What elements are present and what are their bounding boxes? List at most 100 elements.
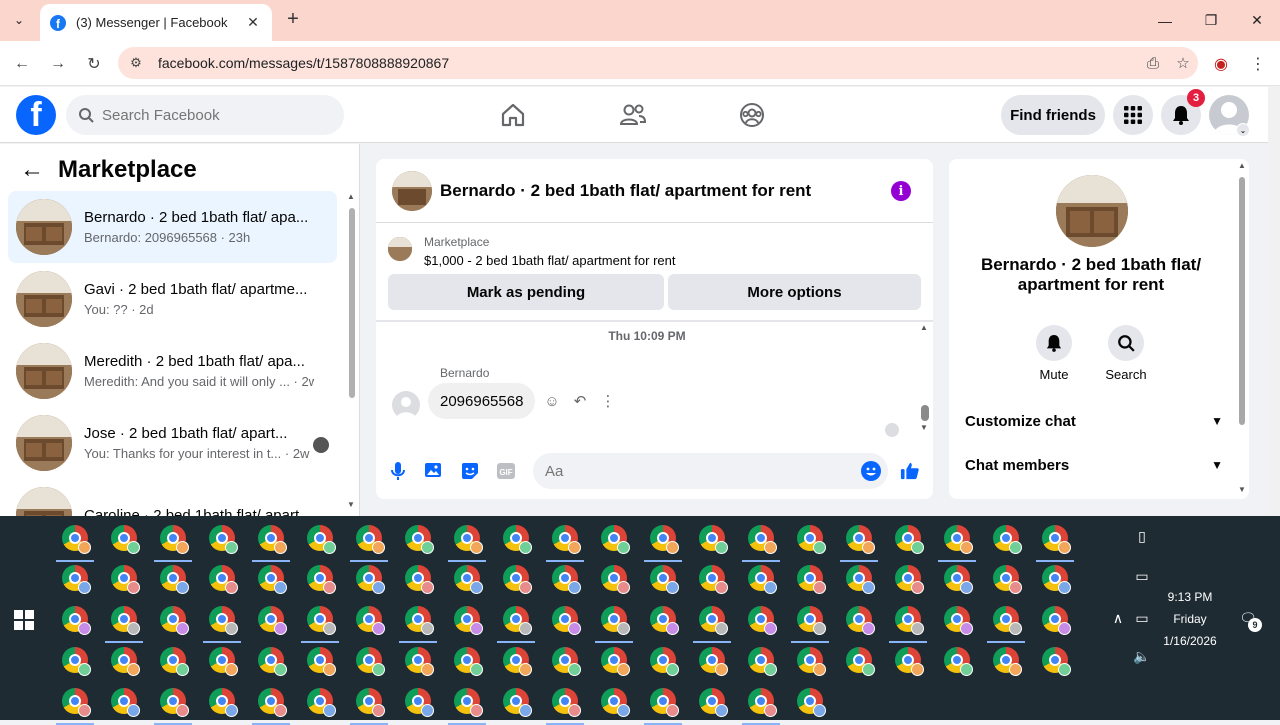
chrome-profile-icon[interactable]	[895, 565, 924, 594]
scroll-up-icon[interactable]: ▲	[347, 192, 355, 201]
chrome-profile-icon[interactable]	[503, 565, 532, 594]
thumbs-up-icon[interactable]	[900, 461, 920, 481]
chrome-profile-icon[interactable]	[748, 606, 777, 635]
chrome-profile-icon[interactable]	[552, 606, 581, 635]
chrome-profile-icon[interactable]	[258, 606, 287, 635]
chrome-profile-icon[interactable]	[552, 565, 581, 594]
sender-avatar[interactable]	[392, 391, 420, 419]
chrome-profile-icon[interactable]	[62, 688, 91, 717]
emoji-icon[interactable]	[861, 461, 881, 481]
chrome-profile-icon[interactable]	[356, 525, 385, 554]
chrome-profile-icon[interactable]	[601, 606, 630, 635]
forward-icon[interactable]: →	[45, 51, 71, 77]
back-arrow-icon[interactable]: ←	[20, 156, 44, 184]
chrome-profile-icon[interactable]	[1042, 647, 1071, 676]
chrome-profile-icon[interactable]	[209, 688, 238, 717]
network-icon[interactable]: ▭	[1132, 608, 1152, 628]
chrome-profile-icon[interactable]	[748, 688, 777, 717]
minimize-icon[interactable]: —	[1142, 0, 1188, 41]
chrome-profile-icon[interactable]	[405, 565, 434, 594]
chrome-profile-icon[interactable]	[699, 647, 728, 676]
home-icon[interactable]	[497, 99, 529, 131]
scroll-up-icon[interactable]: ▲	[1238, 161, 1246, 170]
chat-avatar[interactable]	[392, 170, 432, 211]
chrome-profile-icon[interactable]	[944, 606, 973, 635]
chrome-profile-icon[interactable]	[454, 565, 483, 594]
conversation-item[interactable]: Gavi · 2 bed 1bath flat/ apartme... You:…	[8, 263, 337, 335]
more-actions-icon[interactable]: ⋮	[598, 391, 618, 411]
chrome-profile-icon[interactable]	[895, 525, 924, 554]
chrome-profile-icon[interactable]	[307, 565, 336, 594]
scroll-up-icon[interactable]: ▲	[920, 323, 928, 332]
url-text[interactable]: facebook.com/messages/t/1587808888920867	[158, 55, 1138, 71]
gif-icon[interactable]: GIF	[496, 461, 516, 481]
chrome-profile-icon[interactable]	[601, 525, 630, 554]
scroll-thumb[interactable]	[1239, 177, 1245, 425]
chrome-profile-icon[interactable]	[209, 525, 238, 554]
chrome-profile-icon[interactable]	[405, 525, 434, 554]
volume-icon[interactable]: 🔈	[1132, 646, 1152, 666]
chrome-profile-icon[interactable]	[160, 606, 189, 635]
info-panel-scrollbar[interactable]: ▲ ▼	[1236, 159, 1248, 499]
chat-members-row[interactable]: Chat members ▼	[965, 451, 1223, 479]
facebook-search[interactable]	[66, 95, 344, 135]
chrome-profile-icon[interactable]	[552, 525, 581, 554]
chrome-profile-icon[interactable]	[895, 606, 924, 635]
chrome-profile-icon[interactable]	[993, 525, 1022, 554]
tab-search-dropdown-icon[interactable]: ⌄	[8, 9, 30, 31]
chrome-profile-icon[interactable]	[307, 606, 336, 635]
account-chevron-down-icon[interactable]: ⌄	[1236, 123, 1250, 137]
chrome-profile-icon[interactable]	[258, 688, 287, 717]
chrome-profile-icon[interactable]	[258, 565, 287, 594]
chrome-profile-icon[interactable]	[601, 565, 630, 594]
chrome-profile-icon[interactable]	[62, 525, 91, 554]
chrome-profile-icon[interactable]	[846, 565, 875, 594]
conversation-scrollbar[interactable]: ▲ ▼	[346, 192, 358, 516]
mark-as-pending-button[interactable]: Mark as pending	[388, 274, 664, 310]
message-input[interactable]	[545, 462, 845, 480]
close-window-icon[interactable]: ✕	[1234, 0, 1280, 41]
chrome-profile-icon[interactable]	[699, 525, 728, 554]
chrome-profile-icon[interactable]	[405, 647, 434, 676]
scroll-down-icon[interactable]: ▼	[347, 500, 355, 509]
chrome-profile-icon[interactable]	[699, 688, 728, 717]
chrome-profile-icon[interactable]	[797, 688, 826, 717]
chrome-profile-icon[interactable]	[454, 606, 483, 635]
chrome-profile-icon[interactable]	[601, 688, 630, 717]
chrome-profile-icon[interactable]	[993, 565, 1022, 594]
chrome-profile-icon[interactable]	[356, 606, 385, 635]
chrome-profile-icon[interactable]	[1042, 565, 1071, 594]
chrome-profile-icon[interactable]	[62, 606, 91, 635]
chrome-profile-icon[interactable]	[748, 525, 777, 554]
chrome-profile-icon[interactable]	[62, 565, 91, 594]
chrome-profile-icon[interactable]	[797, 647, 826, 676]
search-input[interactable]	[102, 106, 322, 124]
chrome-profile-icon[interactable]	[1042, 525, 1071, 554]
chrome-profile-icon[interactable]	[552, 647, 581, 676]
chrome-profile-icon[interactable]	[993, 606, 1022, 635]
windows-start-icon[interactable]	[14, 610, 34, 630]
chrome-profile-icon[interactable]	[62, 647, 91, 676]
chrome-profile-icon[interactable]	[650, 565, 679, 594]
chrome-profile-icon[interactable]	[454, 688, 483, 717]
chrome-profile-icon[interactable]	[209, 606, 238, 635]
microphone-icon[interactable]	[388, 461, 408, 481]
chrome-profile-icon[interactable]	[160, 647, 189, 676]
chrome-profile-icon[interactable]	[503, 606, 532, 635]
chrome-profile-icon[interactable]	[356, 565, 385, 594]
chrome-profile-icon[interactable]	[944, 565, 973, 594]
back-icon[interactable]: ←	[9, 51, 35, 77]
chrome-profile-icon[interactable]	[650, 606, 679, 635]
message-input-wrapper[interactable]	[533, 453, 888, 489]
scroll-thumb[interactable]	[921, 405, 929, 421]
reload-icon[interactable]: ↻	[81, 51, 107, 77]
conversation-item[interactable]: Jose · 2 bed 1bath flat/ apart... You: T…	[8, 407, 337, 479]
chrome-profile-icon[interactable]	[503, 525, 532, 554]
photo-icon[interactable]	[424, 461, 444, 481]
chrome-profile-icon[interactable]	[209, 565, 238, 594]
page-scrollbar[interactable]	[1268, 87, 1280, 516]
site-info-icon[interactable]: ⚙	[124, 55, 148, 71]
chrome-profile-icon[interactable]	[307, 688, 336, 717]
chrome-profile-icon[interactable]	[454, 647, 483, 676]
chrome-profile-icon[interactable]	[797, 525, 826, 554]
